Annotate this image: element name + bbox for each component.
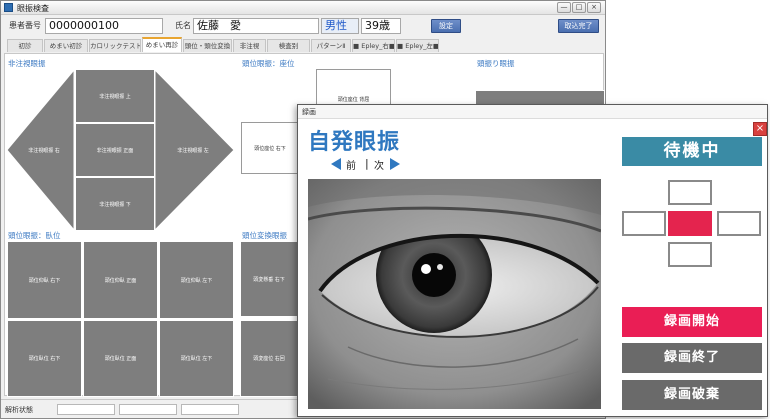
record-discard-button[interactable]: 録画破棄 xyxy=(622,380,762,410)
close-icon[interactable]: × xyxy=(753,122,767,136)
direction-right[interactable] xyxy=(622,211,666,236)
head-lying-lateral-right[interactable]: 頭位臥位 右下 xyxy=(7,320,82,397)
settings-button[interactable]: 設定 xyxy=(431,19,461,33)
status-label: 解析状態 xyxy=(5,406,33,414)
tab-non-gaze[interactable]: 非注視 xyxy=(233,39,266,52)
head-change-title: 頭位変換眼振 xyxy=(242,231,287,240)
direction-up[interactable] xyxy=(668,180,712,205)
tab-first-visit[interactable]: 初診 xyxy=(7,39,43,52)
head-change-hang-cell[interactable]: 頭変懸垂 右下 xyxy=(240,241,298,317)
next-button[interactable]: 次 xyxy=(374,157,384,172)
recording-window-title: 録画 xyxy=(302,108,316,116)
head-lying-lateral-left[interactable]: 頭位臥位 左下 xyxy=(159,320,234,397)
direction-down[interactable] xyxy=(668,242,712,267)
non-gaze-down-cell[interactable]: 非注視眼振 下 xyxy=(75,177,155,231)
minimize-button[interactable]: — xyxy=(557,2,571,13)
head-change-sit-cell[interactable]: 頭変座位 右回 xyxy=(240,320,298,397)
non-gaze-front-cell[interactable]: 非注視眼振 正面 xyxy=(75,123,155,177)
head-lying-title: 頭位眼振：臥位 xyxy=(8,231,61,240)
recording-title-bar: 録画 xyxy=(298,105,767,119)
recording-window: 録画 × 自発眼振 前 | 次 待機中 録画開始 録画終了 録画破棄 xyxy=(297,104,768,417)
tab-by-exam[interactable]: 検査别 xyxy=(267,39,310,52)
status-field-1 xyxy=(57,404,115,415)
tab-epley-right[interactable]: ■ Epley_右■ xyxy=(352,39,395,52)
patient-id-field[interactable]: 0000000100 xyxy=(45,18,163,34)
direction-center[interactable] xyxy=(668,211,712,236)
status-banner: 待機中 xyxy=(622,137,762,166)
record-stop-button[interactable]: 録画終了 xyxy=(622,343,762,373)
head-lying-lateral-front[interactable]: 頭位臥位 正面 xyxy=(83,320,158,397)
head-lying-supine-left[interactable]: 頭位仰臥 左下 xyxy=(159,241,234,319)
tab-pattern-2[interactable]: パターンⅡ xyxy=(311,39,351,52)
head-shake-title: 頭振り眼振 xyxy=(477,59,515,68)
tab-vertigo-revisit[interactable]: めまい再診 xyxy=(142,37,182,52)
app-icon xyxy=(4,3,13,12)
finish-import-button[interactable]: 取込完了 xyxy=(558,19,599,33)
prev-button[interactable]: 前 xyxy=(346,157,356,172)
tab-caloric-test[interactable]: カロリックテスト xyxy=(89,39,141,52)
patient-name-field[interactable]: 佐藤 愛 xyxy=(193,18,319,34)
eye-video-feed xyxy=(308,179,601,409)
head-sitting-title: 頭位眼振：座位 xyxy=(242,59,295,68)
main-title-bar: 眼振検査 — □ × xyxy=(1,1,605,15)
non-gaze-up-cell[interactable]: 非注視眼振 上 xyxy=(75,69,155,123)
tab-epley-left[interactable]: ■ Epley_左■ xyxy=(396,39,439,52)
exam-tabs: 初診 めまい初診 カロリックテスト めまい再診 頭位・頭位変換 非注視 検査别 … xyxy=(7,37,603,53)
eye-image xyxy=(308,179,601,409)
record-start-button[interactable]: 録画開始 xyxy=(622,307,762,337)
tab-vertigo-first[interactable]: めまい初診 xyxy=(44,39,88,52)
next-arrow-icon[interactable] xyxy=(390,158,400,170)
nav-separator: | xyxy=(365,157,369,170)
non-gaze-left-label: 非注視眼振 左 xyxy=(177,147,209,154)
close-button[interactable]: × xyxy=(587,2,601,13)
status-field-2 xyxy=(119,404,177,415)
prev-arrow-icon[interactable] xyxy=(331,158,341,170)
tab-head-position[interactable]: 頭位・頭位変換 xyxy=(183,39,232,52)
head-sitting-right-cell[interactable]: 頭位座位 右下 xyxy=(241,122,299,174)
non-gaze-right-label: 非注視眼振 右 xyxy=(28,147,60,154)
maximize-button[interactable]: □ xyxy=(572,2,586,13)
age-field[interactable]: 39歳 xyxy=(361,18,401,34)
head-lying-supine-right[interactable]: 頭位仰臥 右下 xyxy=(7,241,82,319)
status-field-3 xyxy=(181,404,239,415)
direction-left[interactable] xyxy=(717,211,761,236)
patient-id-label: 患者番号 xyxy=(9,21,41,30)
head-lying-supine-front[interactable]: 頭位仰臥 正面 xyxy=(83,241,158,319)
patient-name-label: 氏名 xyxy=(175,21,191,30)
window-title: 眼振検査 xyxy=(17,4,49,13)
gender-field[interactable]: 男性 xyxy=(321,18,359,34)
mode-title: 自発眼振 xyxy=(308,130,401,155)
